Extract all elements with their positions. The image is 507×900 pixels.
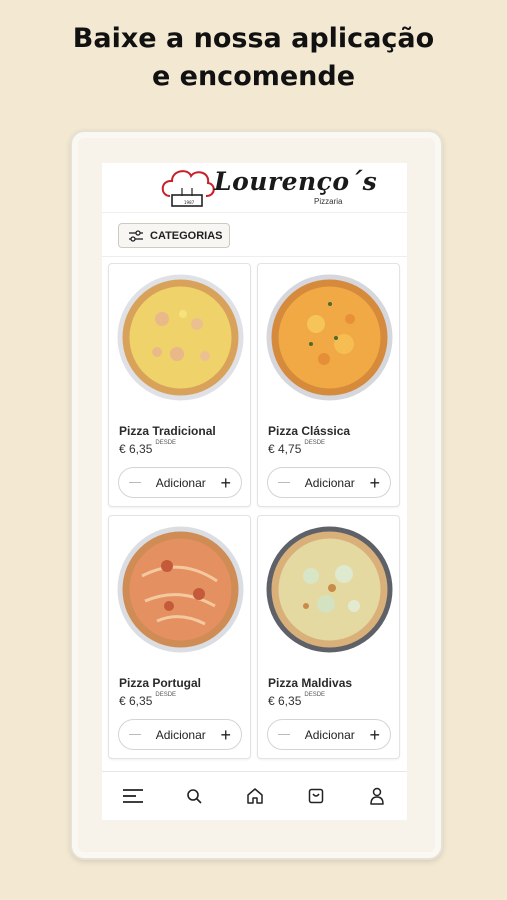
add-to-cart-button[interactable]: Adicionar +: [267, 467, 391, 498]
bottom-navigation: [102, 771, 407, 820]
app-screen: 1987 Lourenço´s Pizzaria CATEGORIAS Pizz…: [102, 163, 407, 820]
headline-line-2: e encomende: [151, 61, 356, 92]
product-card[interactable]: Pizza Portugal € 6,35 DESDE Adicionar +: [108, 515, 251, 759]
categories-label: CATEGORIAS: [150, 229, 223, 242]
logo-name: Lourenço´s: [214, 167, 378, 196]
product-price: € 6,35 DESDE: [119, 692, 177, 708]
home-icon[interactable]: [243, 784, 267, 808]
product-name: Pizza Tradicional: [119, 424, 216, 438]
logo-header: 1987 Lourenço´s Pizzaria: [102, 163, 407, 213]
minus-icon[interactable]: [278, 734, 290, 735]
plus-icon[interactable]: +: [369, 726, 380, 744]
plus-icon[interactable]: +: [220, 726, 231, 744]
product-name: Pizza Maldivas: [268, 676, 353, 690]
add-to-cart-button[interactable]: Adicionar +: [118, 467, 242, 498]
product-card[interactable]: Pizza Clássica € 4,75 DESDE Adicionar +: [257, 263, 400, 507]
headline-line-1: Baixe a nossa aplicação: [72, 23, 435, 54]
add-label: Adicionar: [304, 727, 355, 742]
plus-icon[interactable]: +: [220, 474, 231, 492]
minus-icon[interactable]: [278, 482, 290, 483]
chef-hat-logo-icon: 1987: [161, 170, 215, 207]
product-name: Pizza Clássica: [268, 424, 351, 438]
add-to-cart-button[interactable]: Adicionar +: [267, 719, 391, 750]
user-icon[interactable]: [365, 784, 389, 808]
plus-icon[interactable]: +: [369, 474, 380, 492]
product-card[interactable]: Pizza Maldivas € 6,35 DESDE Adicionar +: [257, 515, 400, 759]
categories-row: CATEGORIAS: [102, 213, 407, 257]
pizza-classica-image: [266, 274, 393, 401]
menu-icon[interactable]: [121, 784, 145, 808]
add-label: Adicionar: [155, 475, 206, 490]
orders-icon[interactable]: [304, 784, 328, 808]
minus-icon[interactable]: [129, 482, 141, 483]
pizza-tradicional-image: [117, 274, 244, 401]
product-name: Pizza Portugal: [119, 676, 202, 690]
product-price: € 4,75 DESDE: [268, 440, 326, 456]
product-price: € 6,35 DESDE: [119, 440, 177, 456]
add-label: Adicionar: [155, 727, 206, 742]
logo-subtitle: Pizzaria: [314, 197, 343, 206]
sliders-icon: [129, 229, 143, 242]
categories-button[interactable]: CATEGORIAS: [118, 223, 230, 248]
search-icon[interactable]: [182, 784, 206, 808]
headline: Baixe a nossa aplicação e encomende: [0, 20, 507, 96]
pizza-maldivas-image: [266, 526, 393, 653]
product-card[interactable]: Pizza Tradicional € 6,35 DESDE Adicionar …: [108, 263, 251, 507]
add-to-cart-button[interactable]: Adicionar +: [118, 719, 242, 750]
product-price: € 6,35 DESDE: [268, 692, 326, 708]
logo-hat-text: 1987: [184, 200, 195, 205]
add-label: Adicionar: [304, 475, 355, 490]
pizza-portugal-image: [117, 526, 244, 653]
minus-icon[interactable]: [129, 734, 141, 735]
